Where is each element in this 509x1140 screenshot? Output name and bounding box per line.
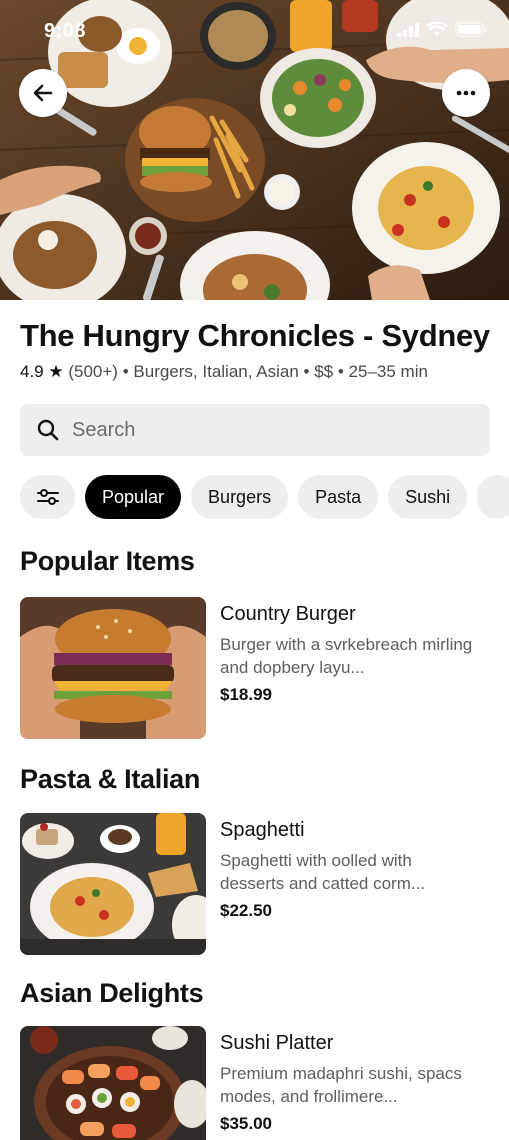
- chip-sushi[interactable]: Sushi: [388, 475, 468, 519]
- separator-dot: •: [303, 362, 310, 381]
- item-description: Spaghetti with oolled with desserts and …: [220, 851, 426, 893]
- item-image-burger: [20, 597, 206, 739]
- review-count: (500+): [68, 362, 118, 381]
- menu-item-country-burger[interactable]: Country Burger Burger with a svrkebreach…: [20, 597, 490, 739]
- filter-sliders-icon: [36, 489, 59, 505]
- more-dots-icon: [456, 90, 476, 96]
- search-icon: [37, 419, 59, 441]
- menu-item-spaghetti[interactable]: Spaghetti Spaghetti with oolled with des…: [20, 813, 490, 955]
- item-name: Sushi Platter: [220, 1032, 334, 1054]
- item-name: Spaghetti: [220, 819, 305, 841]
- star-icon: ★: [48, 362, 64, 381]
- delivery-time: 25–35 min: [348, 362, 428, 381]
- back-arrow-icon: [33, 84, 53, 102]
- item-image-spaghetti: [20, 813, 206, 955]
- separator-dot: •: [122, 362, 129, 381]
- battery-icon: [455, 22, 487, 37]
- rating-value: 4.9: [20, 362, 44, 381]
- restaurant-name: The Hungry Chronicles - Sydney: [20, 318, 490, 353]
- search-input[interactable]: Search: [20, 404, 490, 456]
- signal-icon: [397, 22, 419, 37]
- item-name: Country Burger: [220, 603, 356, 625]
- cuisines: Burgers, Italian, Asian: [133, 362, 299, 381]
- price-level: $$: [314, 362, 334, 381]
- item-description: Burger with a svrkebreach mirling and do…: [220, 635, 473, 677]
- category-chips: Popular Burgers Pasta Sushi: [20, 475, 509, 519]
- section-title-popular: Popular Items: [20, 546, 195, 576]
- item-description: Premium madaphri sushi, spacs modes, and…: [220, 1064, 462, 1106]
- more-options-button[interactable]: [442, 69, 490, 117]
- back-button[interactable]: [19, 69, 67, 117]
- item-image-sushi: [20, 1026, 206, 1140]
- chip-burgers[interactable]: Burgers: [191, 475, 289, 519]
- menu-item-sushi-platter[interactable]: Sushi Platter Premium madaphri sushi, sp…: [20, 1026, 490, 1140]
- chip-popular[interactable]: Popular: [85, 475, 182, 519]
- section-title-pasta: Pasta & Italian: [20, 764, 201, 794]
- search-placeholder: Search: [72, 418, 136, 441]
- status-bar: 9:08: [0, 0, 509, 60]
- chip-pasta[interactable]: Pasta: [298, 475, 379, 519]
- item-price: $35.00: [220, 1114, 272, 1133]
- restaurant-meta: 4.9 ★ (500+) • Burgers, Italian, Asian •…: [20, 362, 428, 382]
- status-icons: [397, 22, 487, 37]
- section-title-asian: Asian Delights: [20, 978, 204, 1008]
- separator-dot: •: [337, 362, 344, 381]
- filter-button[interactable]: [20, 475, 75, 519]
- wifi-icon: [427, 22, 447, 36]
- chip-more[interactable]: [477, 475, 509, 519]
- item-price: $22.50: [220, 901, 272, 920]
- status-time: 9:08: [44, 20, 87, 42]
- item-price: $18.99: [220, 685, 272, 704]
